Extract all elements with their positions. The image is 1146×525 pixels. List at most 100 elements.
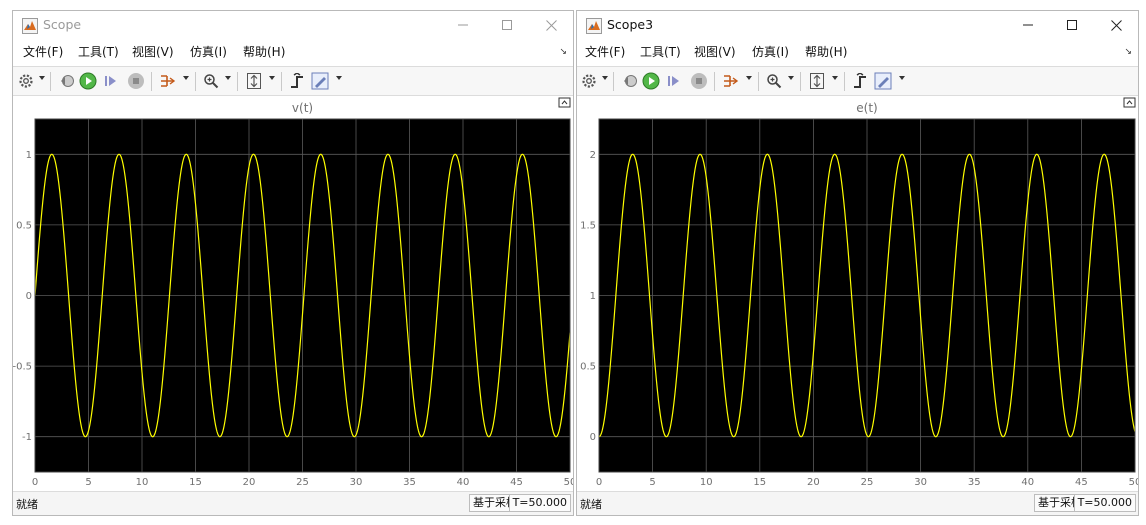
toolbar-separator (714, 72, 715, 91)
plot-title: e(t) (856, 101, 877, 115)
menu-file[interactable]: 文件(F) (585, 44, 625, 60)
toolbar-separator (800, 72, 801, 91)
undock-icon[interactable] (558, 97, 571, 108)
x-tick-label: 5 (649, 477, 655, 488)
toolbar-separator (237, 72, 238, 91)
menu-tools[interactable]: 工具(T) (78, 44, 119, 60)
gear-icon (19, 74, 33, 88)
y-tick-label: 0.5 (16, 220, 32, 231)
zoom-in-icon (204, 74, 219, 89)
y-tick-label: 0 (590, 432, 596, 443)
x-tick-label: 10 (700, 477, 713, 488)
zoom-in-icon (767, 74, 782, 89)
x-tick-label: 15 (189, 477, 202, 488)
pencil-ruler-icon (311, 72, 329, 90)
undock-icon[interactable] (1123, 97, 1136, 108)
autoscale-icon (247, 73, 261, 89)
chevron-down-icon[interactable] (788, 76, 794, 80)
x-tick-label: 50 (564, 477, 573, 488)
x-tick-label: 25 (861, 477, 874, 488)
menu-help[interactable]: 帮助(H) (243, 44, 285, 60)
y-tick-label: 1 (590, 291, 596, 302)
step-forward-button[interactable] (103, 72, 119, 90)
scope-display[interactable]: v(t) 0 5 10 15 20 25 30 35 40 45 50 -1 -0.5 0 0.5 1 (13, 97, 573, 491)
play-icon (79, 72, 97, 90)
play-icon (642, 72, 660, 90)
step-back-button[interactable] (621, 72, 639, 90)
toolbar (13, 66, 573, 96)
settings-button[interactable] (18, 72, 34, 90)
step-forward-button[interactable] (666, 72, 682, 90)
gear-icon (582, 74, 596, 88)
zoom-button[interactable] (766, 72, 782, 90)
x-tick-label: 35 (403, 477, 416, 488)
toolbar-separator (50, 72, 51, 91)
close-button[interactable] (1094, 11, 1138, 39)
x-tick-label: 30 (914, 477, 927, 488)
trigger-button[interactable] (289, 72, 305, 90)
chevron-down-icon[interactable] (39, 76, 45, 80)
scope3-window[interactable]: Scope3 文件(F) 工具(T) 视图(V) 仿真(I) 帮助(H) ↘ e… (576, 10, 1139, 516)
chevron-down-icon[interactable] (269, 76, 275, 80)
minimize-icon (458, 24, 468, 26)
menu-view[interactable]: 视图(V) (132, 44, 174, 60)
x-tick-label: 40 (457, 477, 470, 488)
y-tick-label: 1.5 (580, 220, 596, 231)
settings-button[interactable] (581, 72, 597, 90)
minimize-button[interactable] (441, 11, 485, 39)
minimize-icon (1023, 24, 1033, 26)
stop-icon (691, 73, 707, 89)
chevron-down-icon[interactable] (225, 76, 231, 80)
chevron-down-icon[interactable] (746, 76, 752, 80)
sim-time-indicator: T=50.000 (1073, 494, 1136, 512)
menu-help[interactable]: 帮助(H) (805, 44, 847, 60)
scope-window[interactable]: Scope 文件(F) 工具(T) 视图(V) 仿真(I) 帮助(H) ↘ v(… (12, 10, 574, 516)
highlight-block-button[interactable] (159, 72, 177, 90)
menu-simulation[interactable]: 仿真(I) (190, 44, 227, 60)
run-button[interactable] (642, 72, 660, 90)
chevron-down-icon[interactable] (602, 76, 608, 80)
title-bar[interactable]: Scope (13, 11, 573, 39)
autoscale-button[interactable] (246, 72, 262, 90)
stop-button[interactable] (127, 72, 145, 90)
measurements-button[interactable] (874, 72, 892, 90)
toolbar-separator (281, 72, 282, 91)
step-back-button[interactable] (58, 72, 76, 90)
close-icon (545, 19, 557, 31)
y-tick-label: 0 (26, 291, 32, 302)
chevron-down-icon[interactable] (183, 76, 189, 80)
toolbar-separator (151, 72, 152, 91)
chevron-down-icon[interactable] (832, 76, 838, 80)
menu-tools[interactable]: 工具(T) (640, 44, 681, 60)
trigger-button[interactable] (852, 72, 868, 90)
maximize-button[interactable] (1050, 11, 1094, 39)
status-bar: 就绪 基于采样 T=50.000 (13, 491, 573, 515)
chevron-down-icon[interactable] (899, 76, 905, 80)
menu-view[interactable]: 视图(V) (694, 44, 736, 60)
highlight-block-button[interactable] (722, 72, 740, 90)
step-back-icon (61, 75, 74, 87)
x-tick-label: 20 (807, 477, 820, 488)
menu-collapse-icon[interactable]: ↘ (1124, 47, 1132, 57)
toolbar-separator (613, 72, 614, 91)
close-icon (1110, 19, 1122, 31)
menu-simulation[interactable]: 仿真(I) (752, 44, 789, 60)
scope-display[interactable]: e(t) 0 5 10 15 20 25 30 35 40 45 50 0 0.5 1 1.5 2 (577, 97, 1138, 491)
maximize-button[interactable] (485, 11, 529, 39)
chevron-down-icon[interactable] (336, 76, 342, 80)
title-bar[interactable]: Scope3 (577, 11, 1138, 39)
autoscale-button[interactable] (809, 72, 825, 90)
minimize-button[interactable] (1006, 11, 1050, 39)
run-button[interactable] (79, 72, 97, 90)
zoom-button[interactable] (203, 72, 219, 90)
maximize-icon (502, 20, 512, 30)
x-tick-label: 45 (1075, 477, 1088, 488)
y-tick-label: 1 (26, 150, 32, 161)
toolbar (577, 66, 1138, 96)
x-tick-label: 35 (968, 477, 981, 488)
menu-file[interactable]: 文件(F) (23, 44, 63, 60)
close-button[interactable] (529, 11, 573, 39)
stop-button[interactable] (690, 72, 708, 90)
menu-collapse-icon[interactable]: ↘ (559, 47, 567, 57)
measurements-button[interactable] (311, 72, 329, 90)
